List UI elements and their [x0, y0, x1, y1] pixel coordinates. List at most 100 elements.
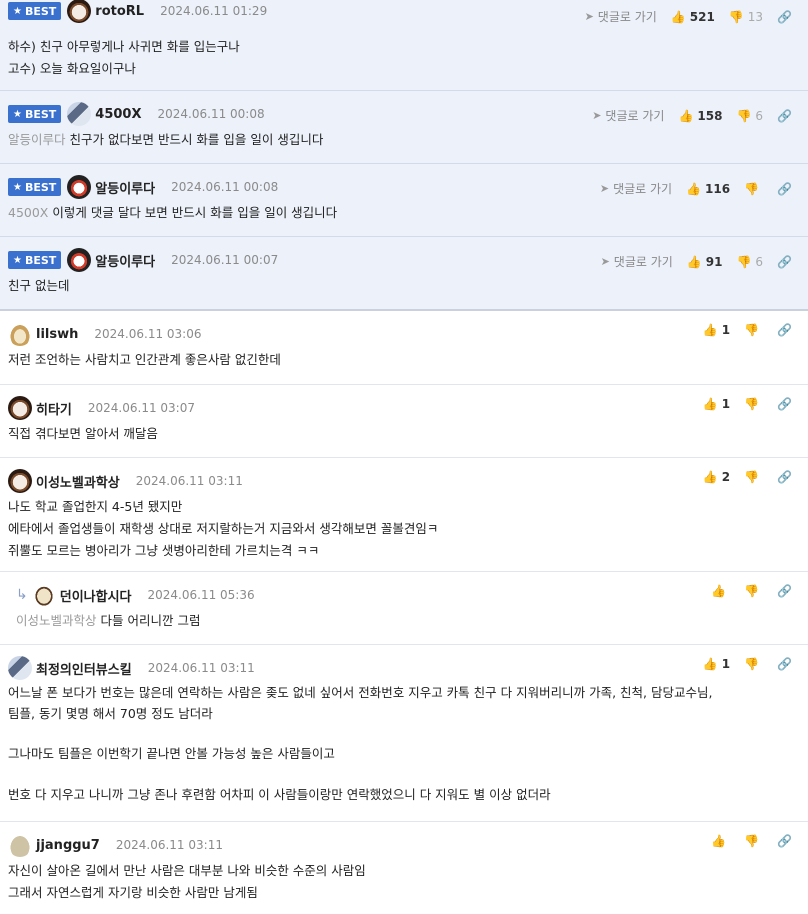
avatar[interactable] — [8, 833, 32, 857]
avatar[interactable] — [8, 396, 32, 420]
thumbs-up-icon: 👍 — [678, 108, 694, 123]
thumbs-up-icon: 👍 — [686, 181, 702, 196]
best-comment: ★ BEST 4500X 2024.06.11 00:08 ➤ 댓글로 가기 👍 15… — [0, 91, 808, 164]
go-to-reply-button[interactable]: ➤ 댓글로 가기 — [592, 107, 664, 124]
author-name[interactable]: 이성노벨과학상 — [36, 472, 120, 491]
comment-date: 2024.06.11 05:36 — [147, 588, 255, 602]
comment-line: 저런 조언하는 사람치고 인간관계 좋은사람 없긴한데 — [8, 352, 281, 367]
link-icon[interactable]: 🔗 — [777, 109, 792, 123]
link-icon[interactable]: 🔗 — [777, 255, 792, 269]
avatar[interactable] — [8, 322, 32, 346]
upvote-button[interactable]: 👍 91 — [687, 255, 723, 269]
link-icon[interactable]: 🔗 — [777, 657, 792, 671]
downvote-button[interactable]: 👎 — [744, 323, 763, 337]
comment-date: 2024.06.11 00:08 — [171, 180, 279, 194]
downvote-button[interactable]: 👎 — [744, 182, 763, 196]
link-icon[interactable]: 🔗 — [777, 182, 792, 196]
avatar[interactable] — [67, 175, 92, 199]
comment-line: 직접 겪다보면 알아서 깨달음 — [8, 426, 158, 441]
link-icon[interactable]: 🔗 — [777, 584, 792, 598]
author-name[interactable]: 최정의인터뷰스킬 — [36, 659, 132, 678]
avatar[interactable] — [67, 248, 92, 272]
comment: 히타기 2024.06.11 03:07 👍 1 👎 🔗 직접 겪다보면 알아서 … — [0, 385, 808, 458]
avatar[interactable] — [67, 0, 92, 23]
downvote-button[interactable]: 👎 — [744, 470, 763, 484]
send-icon: ➤ — [599, 182, 610, 195]
thumbs-down-icon: 👎 — [744, 323, 760, 337]
upvote-button[interactable]: 👍 — [711, 584, 730, 598]
upvote-button[interactable]: 👍 1 — [703, 323, 730, 337]
mention[interactable]: 알등이루다 — [8, 132, 66, 147]
star-icon: ★ — [13, 181, 22, 193]
thumbs-down-icon: 👎 — [744, 181, 760, 196]
upvote-button[interactable]: 👍 2 — [703, 470, 730, 484]
thumbs-up-icon: 👍 — [711, 834, 727, 848]
best-badge: ★ BEST — [8, 251, 62, 269]
upvote-button[interactable]: 👍 158 — [678, 109, 722, 123]
avatar[interactable] — [8, 469, 32, 493]
author-name[interactable]: 히타기 — [36, 399, 72, 418]
best-badge: ★ BEST — [8, 105, 62, 123]
downvote-button[interactable]: 👎 — [744, 584, 763, 598]
author-name[interactable]: lilswh — [36, 327, 78, 342]
comment-line: 그나마도 팀플은 이번학기 끝나면 안볼 가능성 높은 사람들이고 — [8, 746, 335, 761]
best-comment: ★ BEST rotoRL 2024.06.11 01:29 ➤ 댓글로 가기 👍 5… — [0, 0, 808, 91]
comment-line — [8, 724, 800, 744]
upvote-button[interactable]: 👍 521 — [671, 10, 715, 24]
downvote-button[interactable]: 👎 6 — [736, 255, 763, 269]
upvote-button[interactable]: 👍 — [711, 834, 730, 848]
go-to-reply-button[interactable]: ➤ 댓글로 가기 — [600, 180, 672, 197]
upvote-button[interactable]: 👍 1 — [703, 397, 730, 411]
link-icon[interactable]: 🔗 — [777, 834, 792, 848]
link-icon[interactable]: 🔗 — [777, 323, 792, 337]
comment: 이성노벨과학상 2024.06.11 03:11 👍 2 👎 🔗 나도 학교 졸업… — [0, 458, 808, 572]
author-name[interactable]: 알등이루다 — [95, 178, 155, 197]
comment-line: 고수) 오늘 화요일이구나 — [8, 61, 136, 76]
comment-date: 2024.06.11 00:08 — [157, 107, 265, 121]
comment-line: 어느날 폰 보다가 번호는 많은데 연락하는 사람은 좆도 없네 싶어서 전화번… — [8, 685, 713, 700]
link-icon[interactable]: 🔗 — [777, 10, 792, 24]
comment-line: 팀플, 동기 몇명 해서 70명 정도 남더라 — [8, 705, 213, 721]
comment-list: ★ BEST rotoRL 2024.06.11 01:29 ➤ 댓글로 가기 👍 5… — [0, 0, 808, 914]
avatar[interactable] — [8, 656, 32, 680]
thumbs-up-icon: 👍 — [702, 470, 718, 484]
comment-date: 2024.06.11 03:06 — [94, 327, 202, 341]
comment-line: 그래서 자연스럽게 자기랑 비슷한 사람만 남게됨 — [8, 885, 258, 900]
mention[interactable]: 4500X — [8, 205, 48, 220]
author-name[interactable]: rotoRL — [95, 4, 144, 19]
star-icon: ★ — [13, 108, 22, 120]
comment: jjanggu7 2024.06.11 03:11 👍 👎 🔗 자신이 살아온 … — [0, 822, 808, 914]
downvote-button[interactable]: 👎 13 — [729, 10, 763, 24]
thumbs-down-icon: 👎 — [744, 657, 760, 671]
link-icon[interactable]: 🔗 — [777, 397, 792, 411]
author-name[interactable]: jjanggu7 — [36, 838, 100, 853]
thumbs-up-icon: 👍 — [702, 657, 718, 671]
mention[interactable]: 이성노벨과학상 — [16, 613, 97, 628]
send-icon: ➤ — [600, 255, 610, 268]
go-to-reply-button[interactable]: ➤ 댓글로 가기 — [585, 8, 657, 25]
avatar[interactable] — [31, 583, 56, 607]
best-badge: ★ BEST — [8, 2, 62, 20]
thumbs-up-icon: 👍 — [670, 9, 686, 24]
upvote-button[interactable]: 👍 116 — [686, 182, 730, 196]
comment-line: 친구가 없다보면 반드시 화를 입을 일이 생깁니다 — [69, 132, 324, 147]
go-to-reply-button[interactable]: ➤ 댓글로 가기 — [601, 253, 673, 270]
downvote-button[interactable]: 👎 6 — [736, 109, 763, 123]
comment-line: 자신이 살아온 길에서 만난 사람은 대부분 나와 비슷한 수준의 사람임 — [8, 863, 366, 878]
avatar[interactable] — [67, 102, 92, 126]
star-icon: ★ — [13, 5, 22, 17]
downvote-button[interactable]: 👎 — [744, 657, 763, 671]
upvote-button[interactable]: 👍 1 — [703, 657, 730, 671]
comment-date: 2024.06.11 00:07 — [171, 253, 279, 267]
author-name[interactable]: 4500X — [95, 107, 141, 122]
downvote-button[interactable]: 👎 — [744, 397, 763, 411]
comment-line: 에타에서 졸업생들이 재학생 상대로 저지랄하는거 지금와서 생각해보면 꼴볼견… — [8, 521, 439, 536]
link-icon[interactable]: 🔗 — [777, 470, 792, 484]
thumbs-down-icon: 👎 — [744, 397, 760, 411]
downvote-button[interactable]: 👎 — [744, 834, 763, 848]
thumbs-up-icon: 👍 — [702, 323, 718, 337]
author-name[interactable]: 알등이루다 — [95, 251, 155, 270]
thumbs-down-icon: 👎 — [744, 834, 760, 848]
author-name[interactable]: 던이나합시다 — [60, 586, 132, 605]
comment-line: 이렇게 댓글 달다 보면 반드시 화를 입을 일이 생깁니다 — [52, 205, 338, 220]
